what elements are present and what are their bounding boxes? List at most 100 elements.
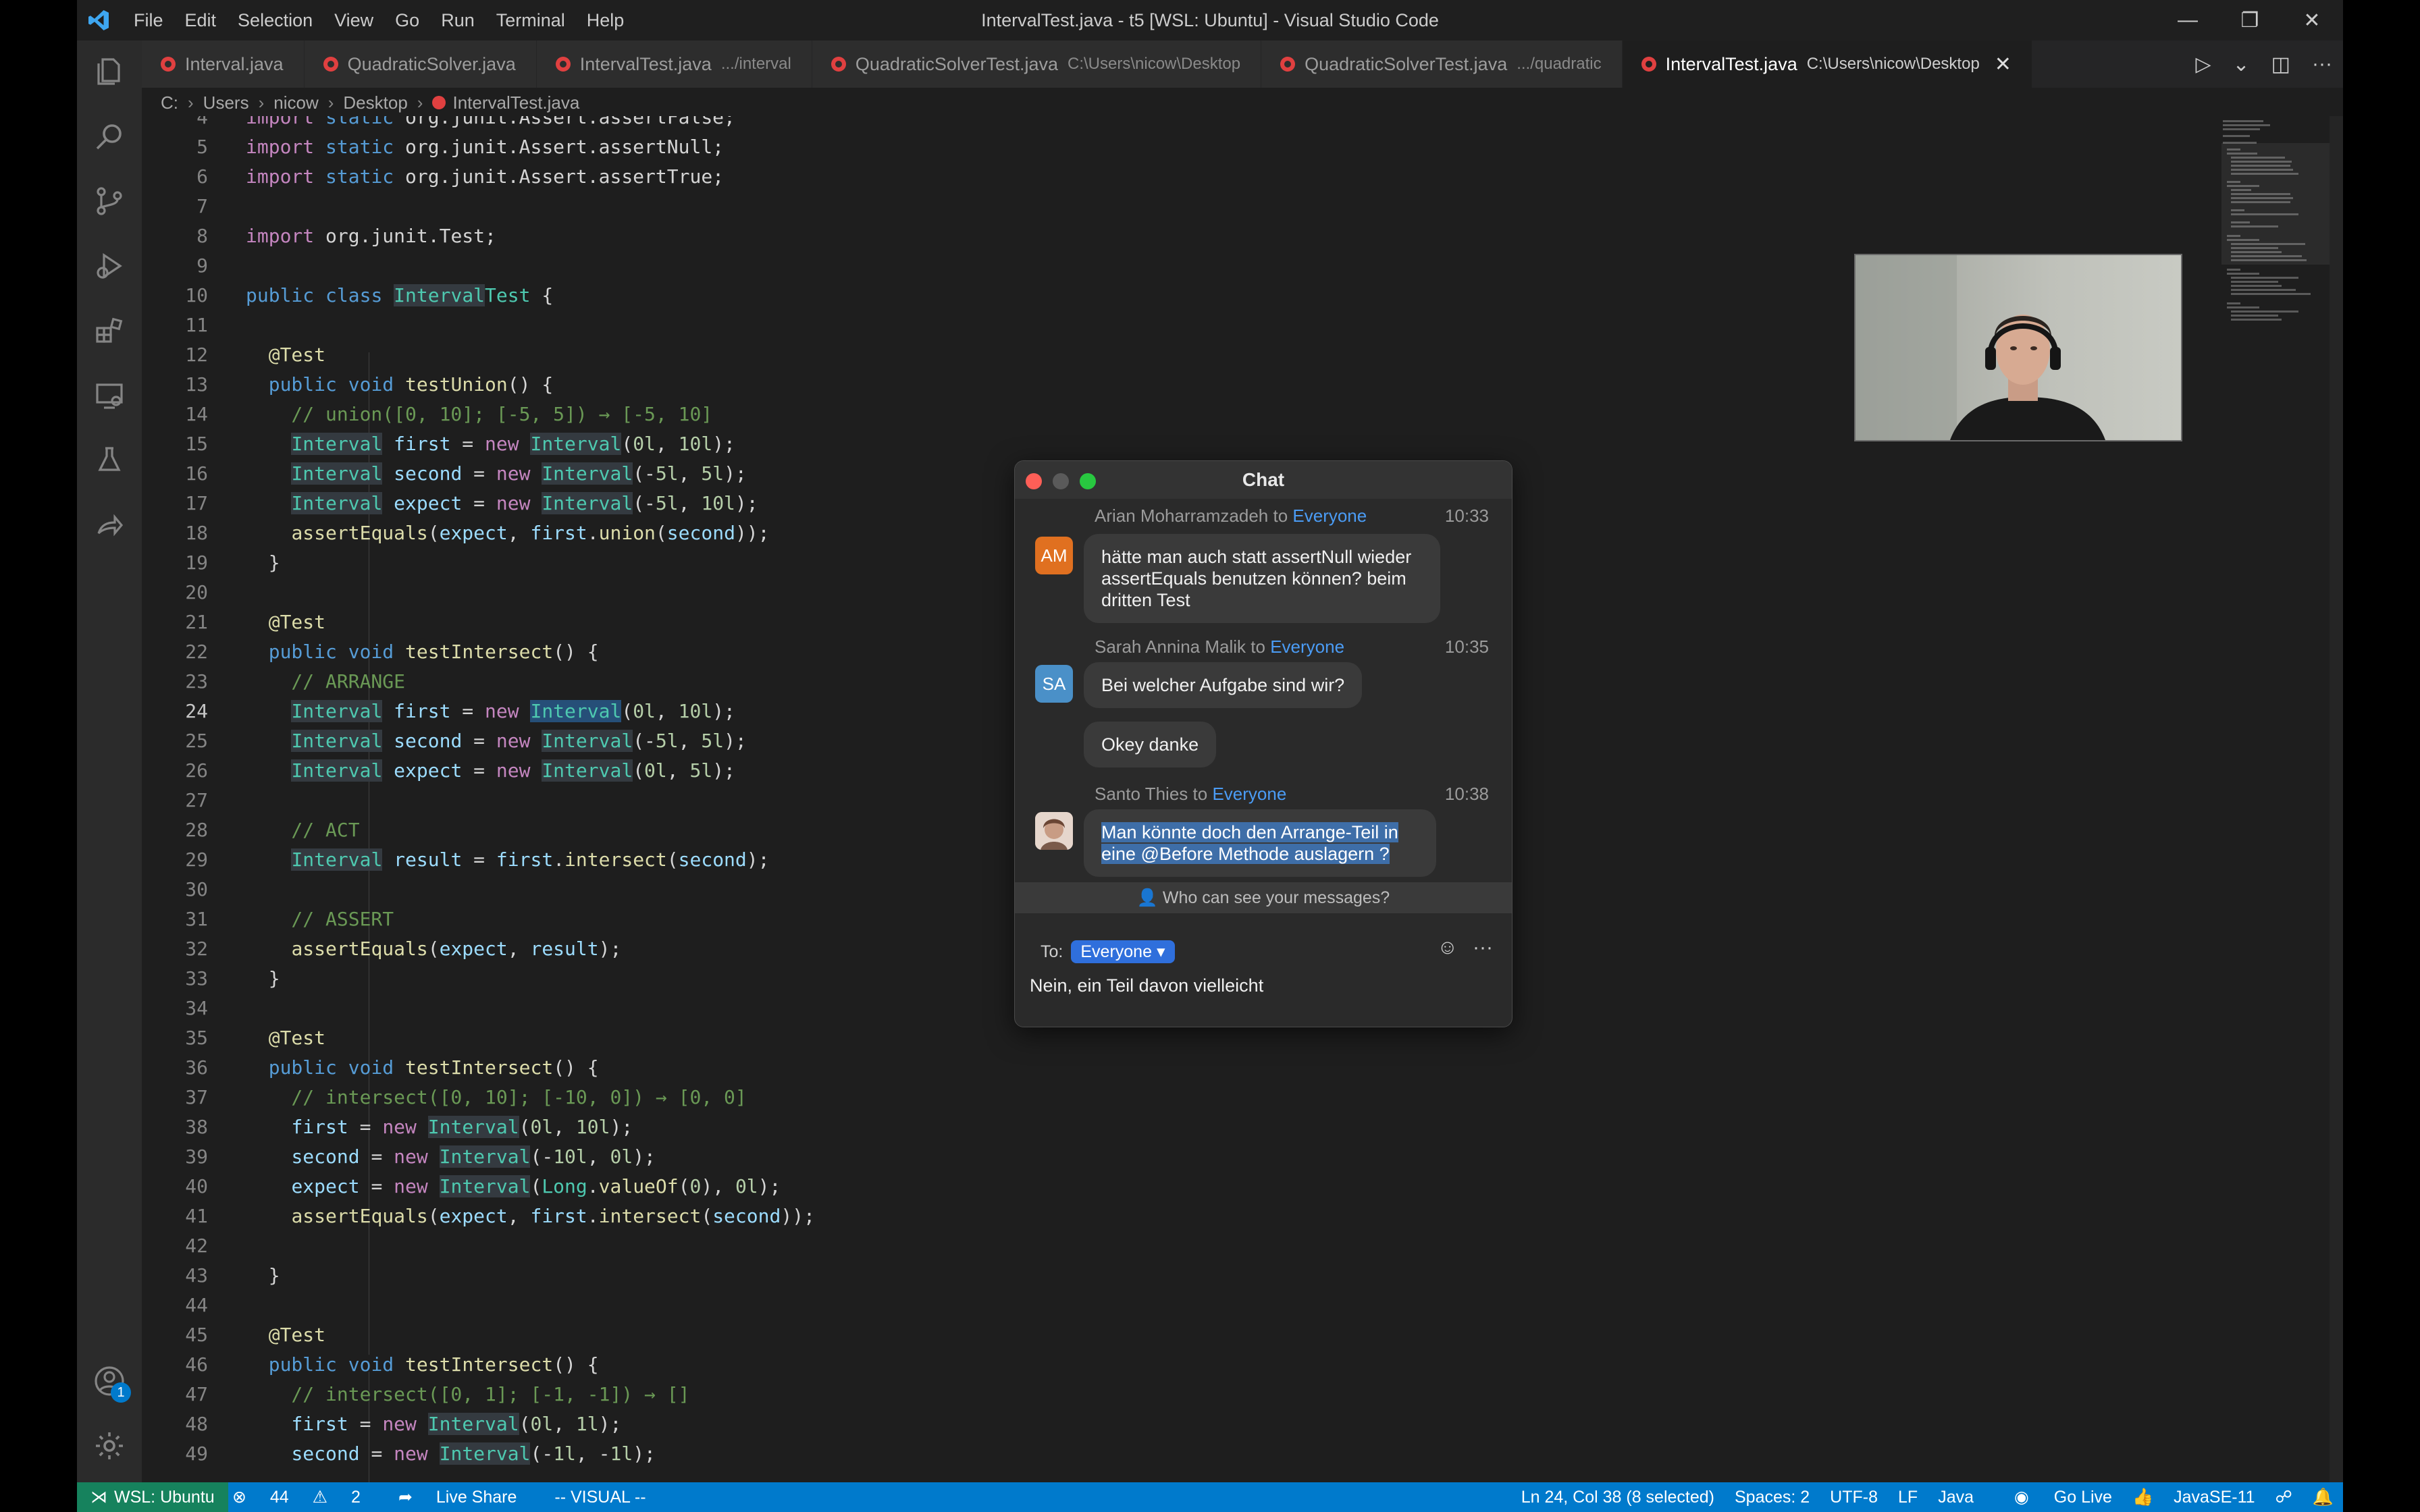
- code-line: import static org.junit.Assert.assertNul…: [246, 136, 725, 158]
- close-tab-icon[interactable]: ✕: [1995, 53, 2011, 76]
- indentation[interactable]: Spaces: 2: [1735, 1488, 1810, 1507]
- remote-icon: ⋊: [90, 1488, 107, 1507]
- search-icon[interactable]: [93, 120, 126, 153]
- minimap[interactable]: [2221, 116, 2330, 359]
- line-number: 30: [185, 878, 208, 900]
- message-bubble[interactable]: Bei welcher Aufgabe sind wir?: [1084, 662, 1363, 708]
- menu-terminal[interactable]: Terminal: [496, 10, 565, 31]
- thumbs-up-icon[interactable]: 👍: [2132, 1488, 2153, 1507]
- menu-run[interactable]: Run: [441, 10, 475, 31]
- error-count: 44: [269, 1488, 289, 1507]
- tab-quadratic-solver-test-desktop[interactable]: QuadraticSolverTest.java C:\Users\nicow\…: [812, 40, 1262, 88]
- recipient-link[interactable]: Everyone: [1292, 506, 1367, 526]
- tab-interval-test-interval[interactable]: IntervalTest.java .../interval: [536, 40, 812, 88]
- source-control-icon[interactable]: [93, 185, 126, 217]
- language-mode[interactable]: Java: [1938, 1488, 1974, 1507]
- account-icon[interactable]: 1: [93, 1365, 131, 1403]
- menu-bar: File Edit Selection View Go Run Terminal…: [134, 0, 646, 40]
- recipient-dropdown[interactable]: Everyone ▾: [1071, 940, 1175, 963]
- cursor-position[interactable]: Ln 24, Col 38 (8 selected): [1521, 1488, 1714, 1507]
- line-number: 20: [185, 581, 208, 603]
- sender-name: Arian Moharramzadeh: [1095, 506, 1269, 526]
- end-of-line[interactable]: LF: [1898, 1488, 1918, 1507]
- remote-explorer-icon[interactable]: [93, 379, 126, 412]
- emoji-icon[interactable]: ☺: [1437, 936, 1458, 959]
- live-share-icon[interactable]: [93, 509, 126, 541]
- chevron-right-icon: ›: [188, 92, 194, 113]
- close-window-icon[interactable]: ✕: [2281, 0, 2343, 40]
- tab-interval-test-desktop[interactable]: IntervalTest.java C:\Users\nicow\Desktop…: [1622, 40, 2032, 88]
- line-number: 26: [185, 759, 208, 782]
- breadcrumb-desktop[interactable]: Desktop: [343, 92, 407, 113]
- message-bubble[interactable]: hätte man auch statt assertNull wieder a…: [1084, 534, 1440, 623]
- code-line: @Test: [268, 344, 326, 366]
- recipient-link[interactable]: Everyone: [1212, 784, 1286, 804]
- extensions-icon[interactable]: [93, 315, 126, 347]
- java-file-icon: [323, 57, 338, 72]
- breadcrumb: C: › Users › nicow › Desktop › IntervalT…: [161, 89, 579, 116]
- live-share-button[interactable]: ➦ Live Share: [398, 1487, 535, 1507]
- menu-view[interactable]: View: [334, 10, 373, 31]
- recipient-link[interactable]: Everyone: [1270, 637, 1344, 657]
- breadcrumb-file[interactable]: IntervalTest.java: [452, 92, 579, 113]
- notifications-bell-icon[interactable]: 🔔: [2313, 1488, 2334, 1507]
- run-debug-icon[interactable]: [93, 250, 126, 282]
- to-word: to: [1251, 637, 1265, 657]
- feedback-icon[interactable]: ☍: [2276, 1487, 2292, 1507]
- testing-icon[interactable]: [93, 444, 126, 477]
- tab-interval-java[interactable]: Interval.java: [142, 40, 305, 88]
- run-icon[interactable]: ▷: [2195, 53, 2211, 76]
- tab-quadratic-solver-test-quadratic[interactable]: QuadraticSolverTest.java .../quadratic: [1261, 40, 1623, 88]
- minimize-icon[interactable]: —: [2157, 0, 2219, 40]
- java-version[interactable]: JavaSE-11: [2174, 1488, 2255, 1507]
- line-number: 16: [185, 462, 208, 485]
- menu-edit[interactable]: Edit: [185, 10, 217, 31]
- title-bar: File Edit Selection View Go Run Terminal…: [77, 0, 2343, 40]
- encoding[interactable]: UTF-8: [1830, 1488, 1878, 1507]
- line-number: 46: [185, 1353, 208, 1376]
- explorer-icon[interactable]: [93, 55, 126, 88]
- message-bubble[interactable]: Okey danke: [1084, 722, 1217, 767]
- chevron-down-icon[interactable]: ⌄: [2233, 53, 2250, 76]
- code-line: // intersect([0, 10]; [-10, 0]) → [0, 0]: [246, 1086, 747, 1108]
- breadcrumb-nicow[interactable]: nicow: [273, 92, 318, 113]
- live-share-label: Live Share: [436, 1488, 517, 1507]
- code-line: // union([0, 10]; [-5, 5]) → [-5, 10]: [246, 403, 713, 425]
- remote-indicator[interactable]: ⋊ WSL: Ubuntu: [77, 1482, 228, 1512]
- menu-help[interactable]: Help: [587, 10, 625, 31]
- line-number: 43: [185, 1264, 208, 1287]
- code-line: import static org.junit.Assert.assertTru…: [246, 165, 725, 188]
- line-number: 13: [185, 373, 208, 396]
- line-number: 11: [185, 314, 208, 336]
- breadcrumb-drive[interactable]: C:: [161, 92, 178, 113]
- code-line: @Test: [268, 1324, 326, 1346]
- more-actions-icon[interactable]: ···: [2312, 53, 2332, 76]
- chat-message-input[interactable]: Nein, ein Teil davon vielleicht: [1030, 975, 1263, 996]
- line-number: 27: [185, 789, 208, 811]
- vertical-scrollbar[interactable]: [2330, 116, 2343, 1482]
- settings-gear-icon[interactable]: [93, 1430, 126, 1462]
- problems-indicator[interactable]: ⊗ 44 ⚠ 2: [232, 1487, 379, 1507]
- code-line: // ARRANGE: [246, 670, 406, 693]
- more-options-icon[interactable]: ···: [1473, 936, 1493, 959]
- tab-quadratic-solver[interactable]: QuadraticSolver.java: [304, 40, 537, 88]
- code-line: public class IntervalTest {: [246, 284, 554, 306]
- split-editor-icon[interactable]: ◫: [2271, 53, 2290, 76]
- minimize-dot-icon[interactable]: [1053, 473, 1069, 489]
- chat-tools: ☺ ···: [1422, 936, 1493, 959]
- zoom-dot-icon[interactable]: [1080, 473, 1096, 489]
- account-badge: 1: [111, 1382, 131, 1403]
- webcam-video: [1854, 254, 2182, 441]
- live-share-icon: ➦: [398, 1488, 413, 1507]
- menu-file[interactable]: File: [134, 10, 163, 31]
- privacy-note[interactable]: 👤 Who can see your messages?: [1015, 882, 1512, 913]
- close-dot-icon[interactable]: [1026, 473, 1042, 489]
- menu-go[interactable]: Go: [395, 10, 419, 31]
- status-bar: ⋊ WSL: Ubuntu ⊗ 44 ⚠ 2 ➦ Live Share -- V…: [77, 1482, 2343, 1512]
- restore-icon[interactable]: ❐: [2219, 0, 2281, 40]
- code-line: @Test: [268, 1027, 326, 1049]
- message-bubble[interactable]: Man könnte doch den Arrange-Teil in eine…: [1084, 809, 1436, 877]
- breadcrumb-users[interactable]: Users: [203, 92, 249, 113]
- menu-selection[interactable]: Selection: [238, 10, 313, 31]
- go-live-button[interactable]: ◉ Go Live: [1994, 1487, 2112, 1507]
